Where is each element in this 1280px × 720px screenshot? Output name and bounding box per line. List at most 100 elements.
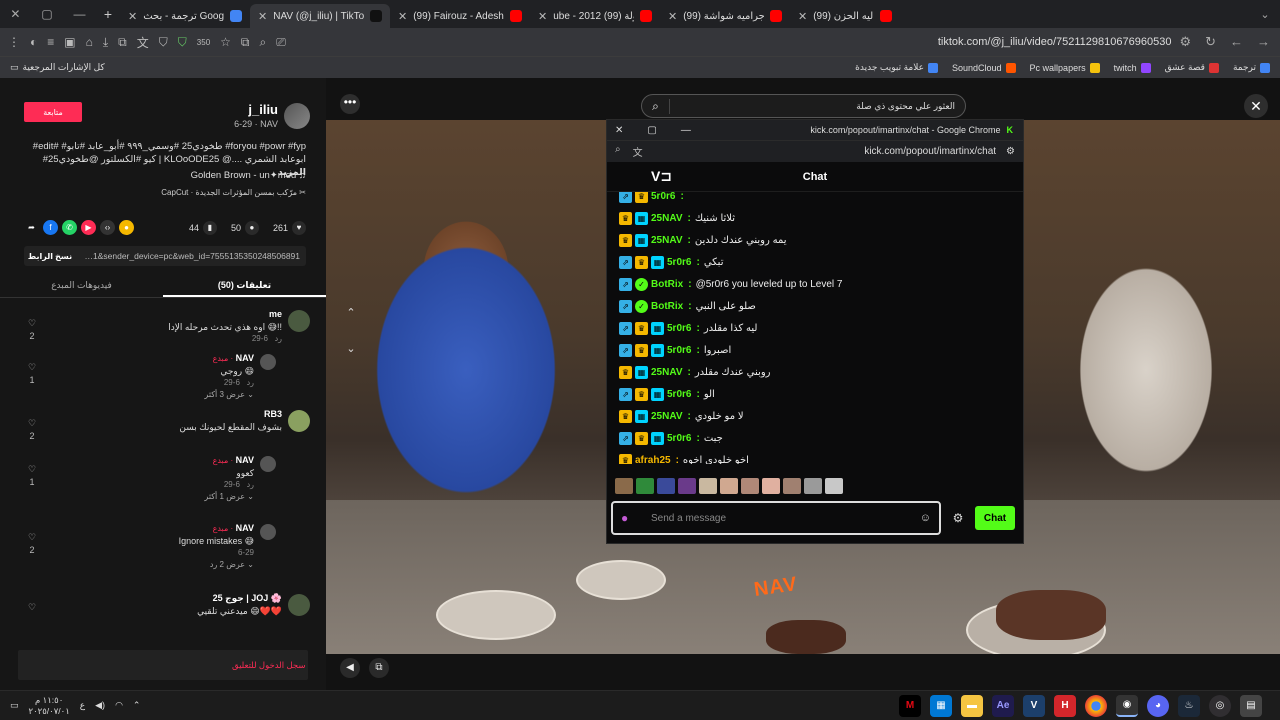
tab-comments[interactable]: (50) تعليقات	[163, 274, 326, 297]
chat-username[interactable]: 5r0r6	[667, 257, 691, 268]
close-icon[interactable]: ✕	[615, 125, 623, 136]
whatsapp-icon[interactable]: ✆	[62, 220, 77, 235]
notification-icon[interactable]: ▭	[10, 700, 19, 711]
comment-like[interactable]: ♡ 2	[24, 532, 40, 555]
sidebar-icon[interactable]: ▣	[64, 35, 75, 49]
screenshot-icon[interactable]: ▤	[1240, 694, 1262, 717]
translate-icon[interactable]: 文	[137, 34, 149, 51]
zoom-icon[interactable]: ⌕	[260, 35, 267, 50]
commenter-name[interactable]: NAV	[236, 353, 254, 363]
obs-icon[interactable]: ◎	[1209, 694, 1231, 717]
send-chat-button[interactable]: Chat	[975, 506, 1015, 530]
close-tab-icon[interactable]: ✕	[798, 10, 807, 23]
aftereffects-icon[interactable]: Ae	[992, 694, 1014, 717]
show-more-replies[interactable]: عرض 3 أكثر ⌄	[204, 389, 254, 401]
author-avatar[interactable]	[284, 102, 310, 129]
chat-username[interactable]: 5r0r6	[667, 389, 691, 400]
share-link[interactable]: …1&sender_device=pc&web_id=7555135350248…	[76, 251, 306, 261]
volume-icon[interactable]: ◀)	[95, 700, 105, 711]
commenter-avatar[interactable]	[260, 456, 276, 472]
steam-icon[interactable]: ♨	[1178, 694, 1200, 717]
h-app-icon[interactable]: H	[1054, 694, 1076, 717]
chrome-icon[interactable]	[1085, 694, 1107, 717]
commenter-avatar[interactable]	[288, 310, 310, 332]
close-tab-icon[interactable]: ✕	[538, 10, 547, 23]
author-username[interactable]: j_iliu	[234, 102, 278, 117]
discord-icon[interactable]: ◕	[1147, 694, 1169, 717]
chat-username[interactable]: BotRix	[651, 301, 683, 312]
reload-icon[interactable]: ↻	[1205, 34, 1216, 50]
search-input[interactable]: العثور علي محتوى ذي صلة	[670, 101, 965, 112]
emote-icon[interactable]	[657, 478, 675, 494]
bookmark-item[interactable]: قصة عشق	[1165, 62, 1219, 73]
close-tab-icon[interactable]: ✕	[128, 10, 137, 23]
commenter-name[interactable]: RB3	[264, 409, 282, 419]
browser-tab[interactable]: ✕ (99) Fairouz - Adesh Kan Fi	[390, 4, 530, 28]
comments-stat[interactable]: 50 ●	[231, 220, 259, 235]
share-arrow-icon[interactable]: ➦	[24, 220, 39, 235]
menu-icon[interactable]: ⋮	[8, 35, 20, 49]
maximize-icon[interactable]: ▢	[647, 125, 656, 136]
pip-icon[interactable]: ⧉	[369, 658, 389, 678]
chat-username[interactable]: afrah25	[635, 455, 671, 465]
browser-tab[interactable]: ✕ NAV (@j_iliu) | TikTok	[250, 4, 390, 28]
commenter-avatar[interactable]	[260, 524, 276, 540]
chat-username[interactable]: 25NAV	[651, 411, 683, 422]
site-settings-icon[interactable]: ⚙	[1006, 146, 1015, 157]
chat-username[interactable]: 25NAV	[651, 235, 683, 246]
commenter-name[interactable]: NAV	[236, 523, 254, 533]
reply-link[interactable]: رد	[275, 334, 282, 343]
shield-icon[interactable]: ⛉	[159, 35, 168, 50]
heart-outline-icon[interactable]: ♡	[28, 464, 36, 474]
chevron-up-icon[interactable]: ⌃	[344, 306, 358, 320]
commenter-avatar[interactable]	[288, 594, 310, 616]
url-field[interactable]: tiktok.com/@j_iliu/video/752112981067696…	[286, 36, 1180, 48]
show-more-replies[interactable]: عرض 2 رد ⌄	[179, 559, 254, 571]
emote-icon[interactable]	[636, 478, 654, 494]
browser-tab[interactable]: ✕ (99) شيلة اجراميه شواشة |	[660, 4, 790, 28]
emote-icon[interactable]	[825, 478, 843, 494]
more-options-icon[interactable]: •••	[340, 94, 360, 114]
heart-outline-icon[interactable]: ♡	[28, 418, 36, 428]
minimize-icon[interactable]: —	[74, 7, 86, 21]
chat-username[interactable]: 25NAV	[651, 367, 683, 378]
comment-like[interactable]: ♡ 1	[24, 362, 40, 385]
close-tab-icon[interactable]: ✕	[258, 10, 267, 23]
chat-username[interactable]: 5r0r6	[667, 433, 691, 444]
volume-icon[interactable]: ◀	[340, 658, 360, 678]
chat-username[interactable]: 5r0r6	[667, 323, 691, 334]
clock[interactable]: ١١:٥٠ م ٢٠٢٥/٠٧/٠١	[29, 695, 70, 717]
emote-icon[interactable]	[783, 478, 801, 494]
puzzle-icon[interactable]: ⧉	[118, 35, 127, 50]
browser-tab[interactable]: ✕ ube - 2012 (99) مقدمة امولة	[530, 4, 660, 28]
facebook-icon[interactable]: f	[43, 220, 58, 235]
emote-icon[interactable]	[762, 478, 780, 494]
heart-outline-icon[interactable]: ♡	[28, 532, 36, 542]
bookmark-item[interactable]: Pc wallpapers	[1030, 62, 1100, 73]
emote-icon[interactable]	[720, 478, 738, 494]
minimize-icon[interactable]: —	[681, 125, 691, 136]
maximize-icon[interactable]: ▢	[41, 7, 52, 21]
chat-username[interactable]: 5r0r6	[651, 192, 675, 202]
comment-icon[interactable]: ●	[244, 220, 259, 235]
close-tab-icon[interactable]: ✕	[668, 10, 677, 23]
network-icon[interactable]: ◠	[115, 700, 123, 711]
chat-username[interactable]: 25NAV	[651, 213, 683, 224]
login-to-comment[interactable]: سجل الدخول للتعليق	[18, 650, 308, 680]
forward-icon[interactable]: →	[1257, 34, 1270, 50]
cast-icon[interactable]: ⎚	[276, 35, 286, 50]
zoom-badge[interactable]: 350	[197, 38, 210, 47]
emoji-icon[interactable]: ☺	[920, 512, 931, 524]
bookmark-item[interactable]: علامة تبويب جديدة	[855, 62, 938, 73]
music-row[interactable]: Golden Brown - un✦med ♫	[24, 170, 306, 181]
heart-outline-icon[interactable]: ♡	[28, 602, 36, 612]
chat-username[interactable]: BotRix	[651, 279, 683, 290]
folder-icon[interactable]: ▬	[961, 694, 983, 717]
gear-icon[interactable]: ⚙	[951, 511, 965, 525]
likes-stat[interactable]: 261 ♥	[273, 220, 306, 235]
install-icon[interactable]: ⧉	[241, 35, 250, 50]
comment-like[interactable]: ♡ 1	[24, 464, 40, 487]
new-tab-button[interactable]: +	[96, 6, 120, 22]
site-info-icon[interactable]: ⚙	[1179, 34, 1191, 50]
popout-url[interactable]: kick.com/popout/imartinx/chat	[864, 146, 996, 157]
